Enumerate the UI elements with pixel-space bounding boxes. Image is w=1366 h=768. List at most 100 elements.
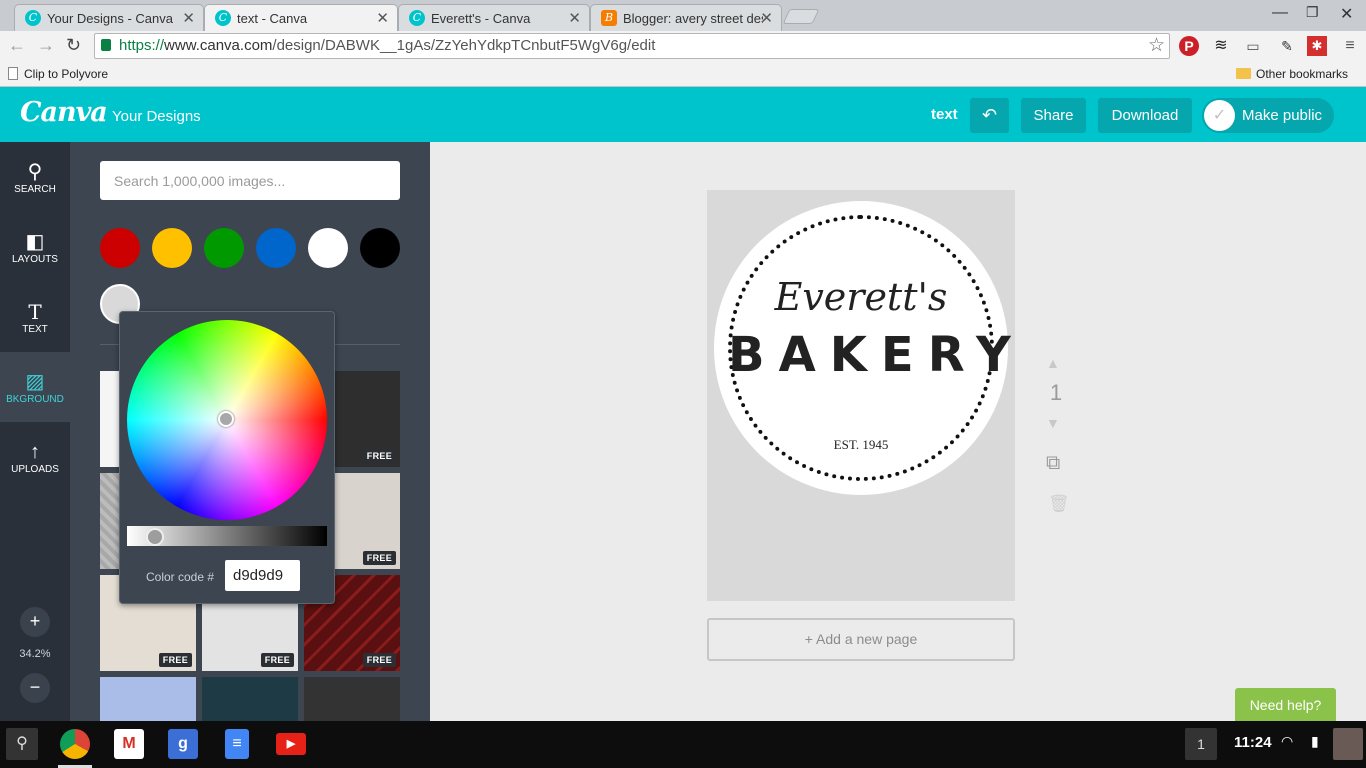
share-button[interactable]: Share	[1021, 98, 1086, 133]
free-badge: FREE	[260, 653, 294, 667]
editor-sidebar: ⚲ SEARCH ◧ LAYOUTS T TEXT ▨ BKGROUND ↑ U…	[0, 142, 70, 721]
page-up-icon[interactable]: ▲	[1046, 355, 1060, 371]
swatch-black[interactable]	[360, 228, 400, 268]
make-public-toggle[interactable]: ✓ Make public	[1202, 98, 1334, 133]
system-clock[interactable]: 11:24	[1234, 734, 1272, 751]
swatch-blue[interactable]	[256, 228, 296, 268]
gmail-app-icon[interactable]: M	[114, 729, 144, 759]
tab-text-canva[interactable]: C text - Canva ✕	[204, 4, 398, 32]
address-bar[interactable]: https://www.canva.com/design/DABWK__1gAs…	[94, 33, 1170, 59]
script-heading[interactable]: Everett's	[714, 275, 1008, 319]
eyedropper-extension-icon[interactable]: ✎	[1277, 36, 1297, 56]
swatch-yellow[interactable]	[152, 228, 192, 268]
bookmark-clip-to-polyvore[interactable]: Clip to Polyvore	[8, 67, 108, 81]
background-tile[interactable]	[100, 677, 196, 721]
close-icon[interactable]: ✕	[182, 9, 195, 27]
free-badge: FREE	[362, 449, 396, 463]
tab-title: Blogger: avery street des	[623, 11, 763, 26]
zoom-level: 34.2%	[19, 648, 51, 660]
color-code-label: Color code #	[146, 570, 215, 584]
page-icon	[8, 67, 18, 80]
close-icon[interactable]: ✕	[760, 9, 773, 27]
reload-icon[interactable]: ↻	[66, 35, 81, 56]
wifi-icon[interactable]: ◠	[1281, 733, 1293, 750]
pinterest-icon[interactable]: P	[1179, 36, 1199, 56]
browser-toolbar: ← → ↻ https://www.canva.com/design/DABWK…	[0, 31, 1366, 61]
swatch-white[interactable]	[308, 228, 348, 268]
close-icon[interactable]: ✕	[568, 9, 581, 27]
canva-icon: C	[215, 10, 231, 26]
menu-icon[interactable]: ≡	[1340, 36, 1360, 56]
text-icon: T	[28, 300, 42, 324]
tab-your-designs[interactable]: C Your Designs - Canva ✕	[14, 4, 204, 31]
battery-icon[interactable]: ▮	[1311, 733, 1319, 750]
make-public-label: Make public	[1242, 107, 1323, 124]
launcher-search-icon[interactable]: ⚲	[6, 728, 38, 760]
tab-blogger[interactable]: B Blogger: avery street des ✕	[590, 4, 782, 31]
nav-search[interactable]: ⚲ SEARCH	[0, 142, 70, 212]
canva-icon: C	[25, 10, 41, 26]
swatch-green[interactable]	[204, 228, 244, 268]
nav-uploads[interactable]: ↑ UPLOADS	[0, 422, 70, 492]
copy-page-icon[interactable]: ⧉	[1046, 452, 1060, 475]
undo-button[interactable]: ↶	[970, 98, 1009, 133]
color-picker-popup: Color code #	[119, 311, 335, 604]
blogger-icon: B	[601, 10, 617, 26]
minimize-icon[interactable]: —	[1272, 4, 1288, 22]
color-code-input[interactable]	[225, 560, 300, 591]
close-icon[interactable]: ✕	[376, 9, 389, 27]
need-help-button[interactable]: Need help?	[1235, 688, 1336, 722]
document-title[interactable]: text	[931, 106, 958, 123]
background-tile[interactable]	[202, 677, 298, 721]
upload-arrow-icon: ↑	[30, 441, 40, 463]
layers-extension-icon[interactable]: ≋	[1211, 36, 1231, 56]
page-number: 1	[1049, 380, 1063, 405]
search-icon: ⚲	[27, 161, 43, 183]
nav-layouts[interactable]: ◧ LAYOUTS	[0, 212, 70, 282]
lock-icon	[101, 39, 111, 51]
tab-title: Your Designs - Canva	[47, 11, 173, 26]
google-docs-app-icon[interactable]: ≡	[225, 729, 249, 759]
lastpass-icon[interactable]: ✱	[1307, 36, 1327, 56]
nav-text[interactable]: T TEXT	[0, 282, 70, 352]
background-tile[interactable]	[304, 677, 400, 721]
trash-icon[interactable]: 🗑	[1048, 494, 1070, 514]
add-new-page-button[interactable]: + Add a new page	[707, 618, 1015, 661]
chrome-app-icon[interactable]	[60, 729, 90, 759]
back-icon[interactable]: ←	[8, 35, 26, 56]
main-heading[interactable]: BAKERY	[714, 327, 1011, 383]
image-search-input[interactable]	[100, 161, 400, 200]
color-wheel-handle[interactable]	[218, 411, 234, 427]
new-tab-button[interactable]	[782, 9, 820, 24]
bookmarks-bar: Clip to Polyvore Other bookmarks	[0, 61, 1366, 87]
cast-icon[interactable]: ▭	[1243, 36, 1263, 56]
bookmark-star-icon[interactable]: ☆	[1148, 34, 1165, 58]
restore-icon[interactable]: ❐	[1306, 4, 1319, 21]
youtube-app-icon[interactable]: ▶	[276, 733, 306, 755]
undo-icon: ↶	[981, 105, 998, 125]
forward-icon[interactable]: →	[37, 35, 55, 56]
design-page[interactable]: Everett's BAKERY EST. 1945	[707, 190, 1015, 601]
canva-logo[interactable]: Canva	[20, 97, 108, 128]
tab-title: Everett's - Canva	[431, 11, 531, 26]
zoom-in-button[interactable]: +	[20, 607, 50, 637]
free-badge: FREE	[362, 551, 396, 565]
bookmark-other-bookmarks[interactable]: Other bookmarks	[1236, 67, 1348, 81]
lightness-slider-handle[interactable]	[146, 528, 164, 546]
tab-everetts[interactable]: C Everett's - Canva ✕	[398, 4, 590, 31]
window-close-icon[interactable]: ✕	[1340, 4, 1353, 24]
download-button[interactable]: Download	[1098, 98, 1192, 133]
zoom-out-button[interactable]: −	[20, 673, 50, 703]
nav-background-label: BKGROUND	[6, 394, 64, 405]
tab-title: text - Canva	[237, 11, 308, 26]
google-search-app-icon[interactable]: g	[168, 729, 198, 759]
swatch-red[interactable]	[100, 228, 140, 268]
nav-text-label: TEXT	[22, 324, 48, 335]
nav-background[interactable]: ▨ BKGROUND	[0, 352, 70, 422]
avatar[interactable]	[1333, 728, 1363, 760]
est-caption[interactable]: EST. 1945	[714, 437, 1008, 453]
badge-circle[interactable]: Everett's BAKERY EST. 1945	[714, 201, 1011, 495]
page-down-icon[interactable]: ▼	[1046, 415, 1060, 431]
notification-count[interactable]: 1	[1185, 728, 1217, 760]
your-designs-link[interactable]: Your Designs	[112, 108, 201, 125]
